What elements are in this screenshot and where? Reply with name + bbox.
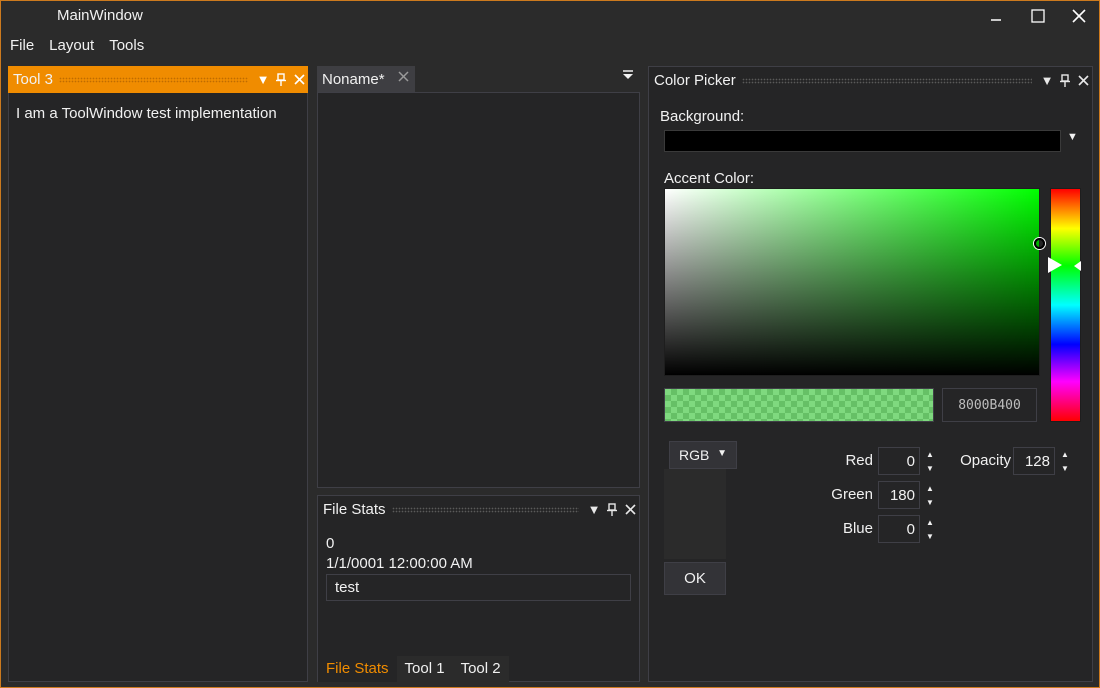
blue-label: Blue	[842, 520, 873, 537]
title-bar[interactable]: MainWindow	[1, 1, 1099, 32]
list-dropdown-icon	[623, 70, 633, 79]
color-mode-dropdown[interactable]: RGB ▼	[669, 441, 737, 469]
color-picker-close-button[interactable]	[1074, 71, 1092, 91]
menu-file[interactable]: File	[1, 32, 40, 61]
hex-input[interactable]: 8000B400	[942, 388, 1037, 422]
file-stats-pane: File Stats ▼ 0 1/1/0001 12:00:00 AM test…	[317, 495, 640, 682]
chevron-down-icon: ▼	[1040, 73, 1054, 88]
background-label: Background:	[660, 108, 745, 125]
tool3-close-button[interactable]	[290, 70, 308, 90]
maximize-button[interactable]	[1018, 1, 1058, 31]
main-window: MainWindow File Layout Tools Tool 3 ▼ I …	[0, 0, 1100, 688]
spin-up-icon[interactable]: ▲	[926, 484, 934, 493]
color-picker-pin-button[interactable]	[1056, 71, 1074, 91]
file-stats-date: 1/1/0001 12:00:00 AM	[326, 555, 473, 572]
maximize-icon	[1031, 9, 1045, 23]
menu-layout[interactable]: Layout	[40, 32, 100, 61]
file-stats-header[interactable]: File Stats ▼	[318, 496, 639, 523]
color-picker-drag-grip[interactable]	[741, 77, 1032, 84]
chevron-down-icon: ▼	[717, 448, 727, 459]
tool3-title: Tool 3	[13, 71, 54, 88]
tab-tool1[interactable]: Tool 1	[396, 656, 453, 682]
chevron-down-icon: ▼	[1067, 131, 1078, 143]
mode-panel	[664, 469, 726, 559]
document-pane: Noname*	[316, 66, 640, 488]
file-stats-drag-grip[interactable]	[391, 506, 579, 513]
green-spinner[interactable]: ▲ ▼	[922, 481, 938, 509]
spin-down-icon[interactable]: ▼	[926, 532, 934, 541]
close-icon	[1077, 75, 1089, 86]
document-tab[interactable]: Noname*	[317, 66, 415, 92]
blue-input[interactable]: 0	[878, 515, 920, 543]
green-input[interactable]: 180	[878, 481, 920, 509]
tab-file-stats[interactable]: File Stats	[318, 656, 397, 682]
minimize-button[interactable]	[976, 1, 1016, 31]
color-selector-handle[interactable]	[1034, 238, 1045, 249]
opacity-spinner[interactable]: ▲ ▼	[1057, 447, 1073, 475]
tool3-pin-button[interactable]	[272, 70, 290, 90]
red-spinner[interactable]: ▲ ▼	[922, 447, 938, 475]
tool3-options-button[interactable]: ▼	[254, 70, 272, 90]
chevron-down-icon: ▼	[587, 502, 601, 517]
file-stats-close-button[interactable]	[621, 500, 639, 520]
bottom-tab-strip: File Stats Tool 1 Tool 2	[318, 656, 509, 682]
close-icon	[398, 71, 409, 82]
file-stats-value: 0	[326, 535, 335, 552]
opacity-label: Opacity	[960, 452, 1011, 469]
spin-up-icon[interactable]: ▲	[926, 450, 934, 459]
spin-up-icon[interactable]: ▲	[1061, 450, 1069, 459]
blue-spinner[interactable]: ▲ ▼	[922, 515, 938, 543]
chevron-down-icon: ▼	[256, 72, 270, 87]
ok-button[interactable]: OK	[664, 562, 726, 595]
color-picker-pane: Color Picker ▼ Background: ▼ Accent Colo…	[648, 66, 1093, 682]
tool3-drag-grip[interactable]	[59, 76, 248, 83]
hue-slider-thumb[interactable]	[1048, 257, 1062, 273]
color-picker-options-button[interactable]: ▼	[1038, 71, 1056, 91]
menu-bar: File Layout Tools	[1, 32, 1099, 61]
minimize-icon	[991, 19, 1001, 21]
color-mode-value: RGB	[679, 447, 710, 463]
document-tab-close-button[interactable]	[398, 69, 409, 86]
close-icon	[1072, 9, 1086, 23]
opacity-input[interactable]: 128	[1013, 447, 1055, 475]
tool3-header[interactable]: Tool 3 ▼	[8, 66, 308, 93]
close-icon	[624, 504, 636, 515]
color-picker-title: Color Picker	[654, 72, 736, 89]
menu-tools[interactable]: Tools	[100, 32, 150, 61]
spin-down-icon[interactable]: ▼	[1061, 464, 1069, 473]
hue-slider-thumb-right[interactable]	[1074, 261, 1081, 271]
tab-tool2[interactable]: Tool 2	[452, 656, 509, 682]
document-list-button[interactable]	[622, 69, 638, 87]
file-stats-options-button[interactable]: ▼	[585, 500, 603, 520]
red-input[interactable]: 0	[878, 447, 920, 475]
accent-color-label: Accent Color:	[664, 170, 755, 187]
pin-icon	[276, 73, 286, 86]
green-label: Green	[831, 486, 873, 503]
color-preview	[664, 388, 934, 422]
pin-icon	[1060, 74, 1070, 87]
file-stats-pin-button[interactable]	[603, 500, 621, 520]
spin-down-icon[interactable]: ▼	[926, 498, 934, 507]
document-tab-label: Noname*	[322, 70, 385, 88]
saturation-value-area[interactable]	[664, 188, 1045, 376]
red-label: Red	[845, 452, 873, 469]
file-stats-textbox[interactable]: test	[326, 574, 631, 601]
tool3-content: I am a ToolWindow test implementation	[16, 105, 277, 122]
background-color-combo[interactable]	[664, 130, 1061, 152]
window-title: MainWindow	[57, 7, 143, 24]
file-stats-title: File Stats	[323, 501, 386, 518]
color-preview-fill	[665, 389, 933, 421]
background-dropdown-button[interactable]: ▼	[1067, 131, 1078, 143]
close-icon	[293, 74, 305, 85]
hue-slider[interactable]	[1050, 188, 1081, 422]
pin-icon	[607, 503, 617, 516]
document-editor[interactable]	[317, 92, 640, 488]
tool3-pane: Tool 3 ▼ I am a ToolWindow test implemen…	[8, 66, 308, 682]
close-button[interactable]	[1059, 1, 1099, 31]
color-picker-header[interactable]: Color Picker ▼	[649, 67, 1092, 94]
spin-up-icon[interactable]: ▲	[926, 518, 934, 527]
spin-down-icon[interactable]: ▼	[926, 464, 934, 473]
